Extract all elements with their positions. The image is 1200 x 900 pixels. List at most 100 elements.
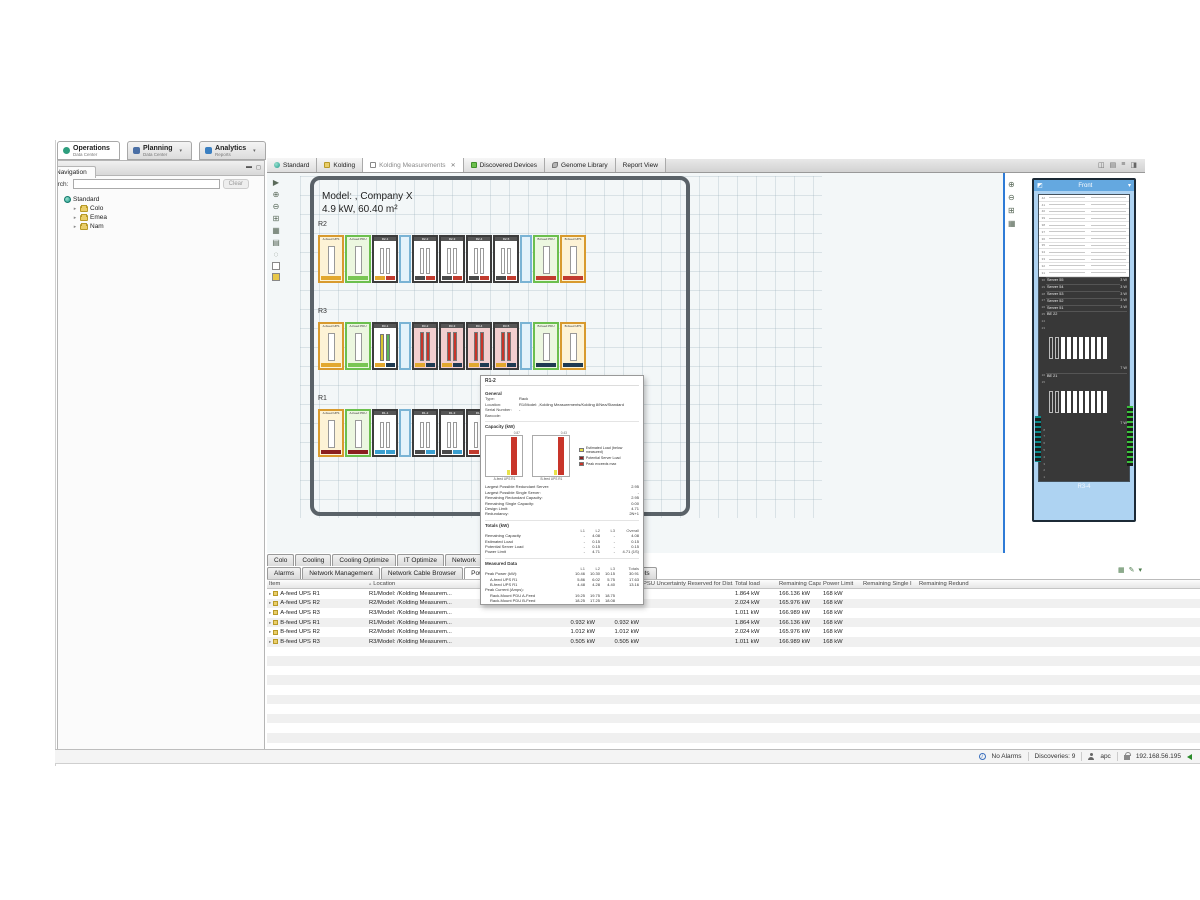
rack-A-Feed UPS[interactable]: A-Feed UPS [318, 409, 344, 457]
rack-A-Feed PDU[interactable]: A-Feed PDU [345, 409, 371, 457]
view-menu-icon[interactable]: ▾ [1138, 566, 1142, 574]
maximize-icon[interactable]: ◻ [256, 164, 261, 171]
blade-chassis[interactable] [1039, 331, 1129, 365]
subtab-network-management[interactable]: Network Management [302, 567, 380, 579]
table-row[interactable]: ▸A-feed UPS R3R3/Model: /Kolding Measure… [267, 608, 1200, 618]
grid-view-icon[interactable]: ▦ [1008, 219, 1016, 228]
rack-R3-2[interactable]: R3-2 [412, 322, 438, 370]
column-header-remaining-redund[interactable]: Remaining Redund [917, 580, 977, 588]
tree-item-colo[interactable]: ▸Colo [64, 204, 264, 213]
pane-splitter[interactable] [1003, 173, 1005, 553]
tab-it-optimize[interactable]: IT Optimize [397, 554, 444, 566]
menu-icon[interactable]: ≡ [1121, 161, 1125, 169]
minimize-icon[interactable]: ▬ [246, 164, 252, 171]
table-row[interactable]: ▸B-feed UPS R3R3/Model: /Kolding Measure… [267, 637, 1200, 647]
expand-arrow-icon[interactable]: ▸ [72, 224, 78, 230]
expand-arrow-icon[interactable]: ▸ [269, 620, 271, 626]
editor-tab-kolding-measurements[interactable]: Kolding Measurements✕ [363, 158, 464, 172]
editor-tab-discovered-devices[interactable]: Discovered Devices [464, 158, 545, 172]
rack-corridor[interactable] [520, 322, 532, 370]
rack-R3-5[interactable]: R3-5 [493, 322, 519, 370]
rack-R1-3[interactable]: R1-3 [439, 409, 465, 457]
expand-arrow-icon[interactable]: ▸ [269, 639, 271, 645]
table-row[interactable]: ▸B-feed UPS R2R2/Model: /Kolding Measure… [267, 627, 1200, 637]
rack-A-Feed PDU[interactable]: A-Feed PDU [345, 235, 371, 283]
contrast-swatch-icon[interactable] [272, 262, 280, 270]
rack-R2-3[interactable]: R2-3 [439, 235, 465, 283]
rack-B-Feed UPS[interactable]: B-Feed UPS [560, 235, 586, 283]
column-header-remaining-capacit[interactable]: Remaining Capacit [777, 580, 821, 588]
select-tool-icon[interactable]: ▶ [273, 178, 279, 187]
column-header-total-load[interactable]: Total load [733, 580, 777, 588]
rack-corridor[interactable] [399, 409, 411, 457]
tree-item-root[interactable]: Standard [64, 195, 264, 204]
perspective-tab-planning[interactable]: PlanningData Center▾ [127, 141, 192, 160]
rack-R2-4[interactable]: R2-4 [466, 235, 492, 283]
tab-cooling[interactable]: Cooling [295, 554, 331, 566]
table-row[interactable]: ▸A-feed UPS R1R1/Model: /Kolding Measure… [267, 589, 1200, 599]
table-row[interactable]: ▸A-feed UPS R2R2/Model: /Kolding Measure… [267, 599, 1200, 609]
table-row[interactable]: ▸B-feed UPS R1R1/Model: /Kolding Measure… [267, 618, 1200, 628]
rack-device-server-54[interactable]: 29Server 543 W [1039, 283, 1129, 290]
tab-colo[interactable]: Colo [267, 554, 294, 566]
rack-R2-5[interactable]: R2-5 [493, 235, 519, 283]
rack-A-Feed UPS[interactable]: A-Feed UPS [318, 235, 344, 283]
rotate-view-icon[interactable]: ◩ [1037, 182, 1043, 189]
rack-corridor[interactable] [399, 235, 411, 283]
header-menu-icon[interactable]: ▾ [1128, 182, 1131, 189]
rack-A-Feed PDU[interactable]: A-Feed PDU [345, 322, 371, 370]
rack-device-server-53[interactable]: 28Server 533 W [1039, 290, 1129, 297]
expand-arrow-icon[interactable]: ▸ [269, 610, 271, 616]
editor-tab-kolding[interactable]: Kolding [317, 158, 363, 172]
blade-chassis[interactable] [1039, 385, 1129, 419]
zoom-in-icon[interactable]: ⊕ [273, 190, 280, 199]
column-header-power-limit[interactable]: Power Limit [821, 580, 861, 588]
tab-network[interactable]: Network [445, 554, 483, 566]
column-header-remaining-single-i[interactable]: Remaining Single I [861, 580, 917, 588]
rack-B-Feed PDU[interactable]: B-Feed PDU [533, 322, 559, 370]
fit-view-icon[interactable]: ⊞ [1008, 206, 1016, 215]
expand-arrow-icon[interactable]: ▸ [269, 600, 271, 606]
rack-B-Feed PDU[interactable]: B-Feed PDU [533, 235, 559, 283]
editor-tab-genome-library[interactable]: Genome Library [545, 158, 616, 172]
view-list-icon[interactable]: ▤ [1110, 161, 1117, 169]
rack-R2-2[interactable]: R2-2 [412, 235, 438, 283]
rack-R3-3[interactable]: R3-3 [439, 322, 465, 370]
rack-R3-4[interactable]: R3-4 [466, 322, 492, 370]
close-icon[interactable]: ✕ [451, 162, 456, 169]
table-view-icon[interactable]: ▦ [272, 226, 280, 235]
rack-R1-2[interactable]: R1-2 [412, 409, 438, 457]
zoom-out-icon[interactable]: ⊖ [1008, 193, 1016, 202]
fit-view-icon[interactable]: ⊞ [273, 214, 280, 223]
rack-elevation-panel[interactable]: ◩ Front ▾ 42414039383736353433323130Serv… [1032, 178, 1136, 522]
rack-B-Feed UPS[interactable]: B-Feed UPS [560, 322, 586, 370]
editor-tab-standard[interactable]: Standard [267, 158, 317, 172]
zoom-in-icon[interactable]: ⊕ [1008, 180, 1016, 189]
edit-icon[interactable]: ✎ [1129, 566, 1135, 574]
subtab-network-cable-browser[interactable]: Network Cable Browser [381, 567, 463, 579]
expand-arrow-icon[interactable]: ▸ [72, 215, 78, 221]
rack-device-be-21[interactable]: 16BE 21 [1039, 372, 1129, 379]
layers-icon[interactable]: ▤ [272, 238, 280, 247]
rack-corridor[interactable] [399, 322, 411, 370]
clear-button[interactable]: Clear [223, 179, 249, 189]
rack-R3-1[interactable]: R3-1 [372, 322, 398, 370]
zoom-out-icon[interactable]: ⊖ [273, 202, 280, 211]
search-input[interactable] [73, 179, 219, 189]
column-header-item[interactable]: Item [267, 580, 367, 588]
rack-R2-1[interactable]: R2-1 [372, 235, 398, 283]
column-header-psu-uncertainty-reserved-for-dist-[interactable]: PSU Uncertainty Reserved for Dist. [641, 580, 733, 588]
expand-arrow-icon[interactable]: ▸ [269, 629, 271, 635]
perspective-tab-analytics[interactable]: AnalyticsReports▾ [199, 141, 266, 160]
export-table-icon[interactable]: ▦ [1118, 566, 1125, 574]
rack-A-Feed UPS[interactable]: A-Feed UPS [318, 322, 344, 370]
expand-arrow-icon[interactable]: ▸ [269, 591, 271, 597]
rack-device-server-52[interactable]: 27Server 523 W [1039, 297, 1129, 304]
split-editor-icon[interactable]: ◫ [1098, 161, 1105, 169]
tree-item-nam[interactable]: ▸Nam [64, 222, 264, 231]
rack-R1-1[interactable]: R1-1 [372, 409, 398, 457]
rack-device-server-55[interactable]: 30Server 553 W [1039, 277, 1129, 284]
rack-corridor[interactable] [520, 235, 532, 283]
editor-tab-report-view[interactable]: Report View [616, 158, 666, 172]
perspective-tab-operations[interactable]: OperationsData Center [57, 141, 120, 160]
